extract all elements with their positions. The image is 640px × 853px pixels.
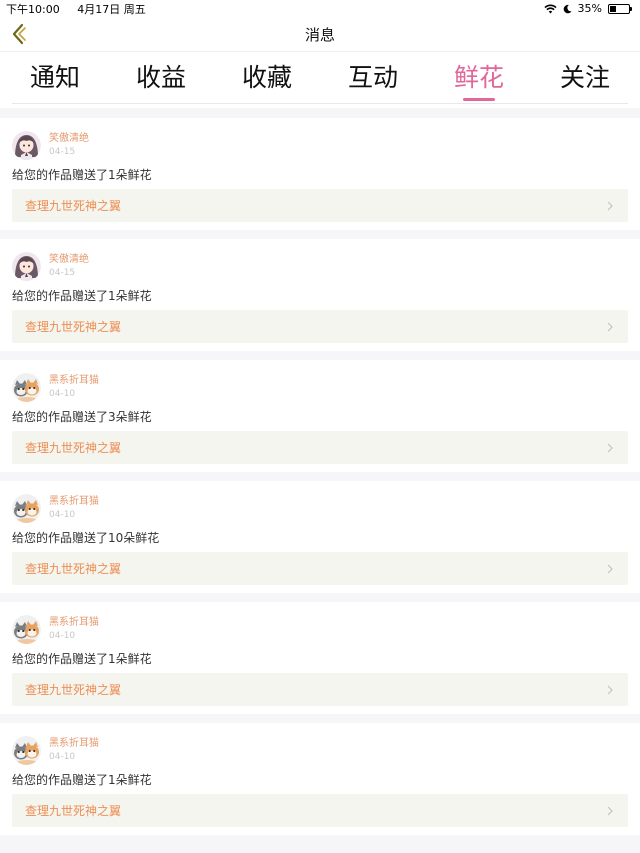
battery-fill — [610, 5, 617, 12]
status-date: 4月17日 周五 — [77, 2, 146, 16]
tab-label: 鲜花 — [453, 63, 504, 92]
wifi-icon — [543, 4, 557, 13]
chevron-right-icon — [607, 322, 613, 331]
status-indicators: 35% — [543, 2, 632, 15]
tab-active-indicator — [463, 98, 495, 101]
notification-card: 黑系折耳猫 04-10 给您的作品赠送了3朵鲜花查理九世死神之翼 — [0, 360, 640, 472]
back-button[interactable] — [8, 23, 30, 45]
notification-message: 给您的作品赠送了1朵鲜花 — [12, 773, 152, 787]
avatar-image — [12, 251, 41, 281]
avatar-image — [12, 735, 41, 765]
notification-date: 04-10 — [49, 630, 76, 641]
list-top-gap — [0, 108, 640, 118]
chevron-right-icon — [607, 443, 613, 452]
username[interactable]: 笑傲清绝 — [49, 254, 89, 266]
tab-interaction[interactable]: 互动 — [320, 52, 426, 94]
card-meta: 笑傲清绝 04-15 — [49, 133, 89, 158]
avatar-image — [12, 130, 41, 160]
avatar-image — [12, 493, 41, 523]
tab-flowers[interactable]: 鲜花 — [426, 52, 532, 101]
tab-label: 收益 — [135, 63, 186, 92]
chevron-left-icon — [12, 23, 26, 45]
category-tabs: 通知 收益 收藏 互动 鲜花 关注 — [0, 52, 640, 108]
notification-date: 04-15 — [49, 146, 76, 157]
avatar[interactable] — [12, 735, 41, 765]
notification-card: 黑系折耳猫 04-10 给您的作品赠送了10朵鲜花查理九世死神之翼 — [0, 481, 640, 593]
notification-message: 给您的作品赠送了1朵鲜花 — [12, 289, 152, 303]
username[interactable]: 黑系折耳猫 — [49, 738, 99, 750]
avatar[interactable] — [12, 493, 41, 523]
notification-message: 给您的作品赠送了1朵鲜花 — [12, 168, 152, 182]
username[interactable]: 黑系折耳猫 — [49, 375, 99, 387]
notification-date: 04-15 — [49, 267, 76, 278]
avatar[interactable] — [12, 372, 41, 402]
status-time: 下午10:00 — [6, 2, 60, 16]
nav-bar: 消息 — [0, 17, 640, 52]
work-title: 查理九世死神之翼 — [25, 562, 122, 576]
card-header: 黑系折耳猫 04-10 — [12, 735, 628, 765]
status-time-date: 下午10:00 4月17日 周五 — [6, 1, 160, 17]
notification-card: 黑系折耳猫 04-10 给您的作品赠送了1朵鲜花查理九世死神之翼 — [0, 723, 640, 835]
notification-date: 04-10 — [49, 509, 76, 520]
tab-follow[interactable]: 关注 — [532, 52, 638, 94]
status-bar: 下午10:00 4月17日 周五 35% — [0, 0, 640, 17]
chevron-right-icon — [607, 564, 613, 573]
page-title: 消息 — [304, 25, 335, 44]
tab-label: 通知 — [29, 63, 80, 92]
chevron-right-icon — [607, 201, 613, 210]
card-meta: 黑系折耳猫 04-10 — [49, 496, 99, 521]
moon-icon — [563, 4, 572, 13]
battery-percent: 35% — [577, 2, 602, 15]
username[interactable]: 笑傲清绝 — [49, 133, 89, 145]
tab-label: 关注 — [559, 63, 610, 92]
work-link[interactable]: 查理九世死神之翼 — [12, 552, 628, 585]
notification-message: 给您的作品赠送了3朵鲜花 — [12, 410, 152, 424]
work-title: 查理九世死神之翼 — [25, 441, 122, 455]
work-title: 查理九世死神之翼 — [25, 804, 122, 818]
card-header: 笑傲清绝 04-15 — [12, 130, 628, 160]
notification-message: 给您的作品赠送了10朵鲜花 — [12, 531, 160, 545]
work-link[interactable]: 查理九世死神之翼 — [12, 794, 628, 827]
work-title: 查理九世死神之翼 — [25, 320, 122, 334]
card-meta: 黑系折耳猫 04-10 — [49, 375, 99, 400]
tab-earnings[interactable]: 收益 — [108, 52, 214, 94]
notification-date: 04-10 — [49, 751, 76, 762]
tab-label: 收藏 — [241, 63, 292, 92]
chevron-right-icon — [607, 806, 613, 815]
notification-message: 给您的作品赠送了1朵鲜花 — [12, 652, 152, 666]
card-meta: 笑傲清绝 04-15 — [49, 254, 89, 279]
avatar[interactable] — [12, 130, 41, 160]
username[interactable]: 黑系折耳猫 — [49, 617, 99, 629]
work-title: 查理九世死神之翼 — [25, 683, 122, 697]
tab-label: 互动 — [347, 63, 398, 92]
tab-favorites[interactable]: 收藏 — [214, 52, 320, 94]
battery-icon — [608, 3, 632, 14]
card-meta: 黑系折耳猫 04-10 — [49, 738, 99, 763]
avatar-image — [12, 614, 41, 644]
notification-card: 黑系折耳猫 04-10 给您的作品赠送了1朵鲜花查理九世死神之翼 — [0, 602, 640, 714]
card-header: 黑系折耳猫 04-10 — [12, 372, 628, 402]
chevron-right-icon — [607, 685, 613, 694]
work-link[interactable]: 查理九世死神之翼 — [12, 431, 628, 464]
work-link[interactable]: 查理九世死神之翼 — [12, 310, 628, 343]
username[interactable]: 黑系折耳猫 — [49, 496, 99, 508]
notification-card: 笑傲清绝 04-15 给您的作品赠送了1朵鲜花查理九世死神之翼 — [0, 239, 640, 351]
card-meta: 黑系折耳猫 04-10 — [49, 617, 99, 642]
tab-notice[interactable]: 通知 — [2, 52, 108, 94]
card-header: 黑系折耳猫 04-10 — [12, 493, 628, 523]
card-header: 黑系折耳猫 04-10 — [12, 614, 628, 644]
work-link[interactable]: 查理九世死神之翼 — [12, 189, 628, 222]
avatar[interactable] — [12, 251, 41, 281]
notification-card: 笑傲清绝 04-15 给您的作品赠送了1朵鲜花查理九世死神之翼 — [0, 118, 640, 230]
work-title: 查理九世死神之翼 — [25, 199, 122, 213]
notification-list: 笑傲清绝 04-15 给您的作品赠送了1朵鲜花 查理九世死神之翼 笑傲清绝 04-15 给您… — [0, 118, 640, 835]
tabs-divider — [12, 103, 628, 104]
avatar[interactable] — [12, 614, 41, 644]
notification-date: 04-10 — [49, 388, 76, 399]
avatar-image — [12, 372, 41, 402]
work-link[interactable]: 查理九世死神之翼 — [12, 673, 628, 706]
card-header: 笑傲清绝 04-15 — [12, 251, 628, 281]
